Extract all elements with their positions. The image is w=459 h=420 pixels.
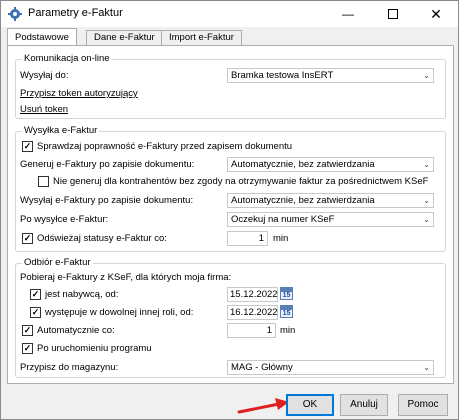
auto-label: Automatycznie co: (37, 325, 115, 336)
no-consent-checkbox[interactable] (38, 176, 49, 187)
buyer-label: jest nabywcą, od: (45, 289, 119, 300)
chevron-down-icon: ⌄ (423, 71, 430, 80)
calendar-icon[interactable]: 15 (280, 305, 293, 318)
maximize-icon (388, 9, 398, 19)
group-title: Komunikacja on-line (22, 53, 112, 64)
refresh-unit: min (273, 233, 289, 244)
group-title: Odbiór e-Faktur (22, 257, 93, 268)
maximize-button[interactable] (371, 1, 415, 27)
on-start-checkbox[interactable]: ✓ (22, 343, 33, 354)
chevron-down-icon: ⌄ (423, 160, 430, 169)
generate-select[interactable]: Automatycznie, bez zatwierdzania ⌄ (227, 157, 434, 172)
send-to-label: Wysyłaj do: (20, 70, 69, 81)
send-to-select[interactable]: Bramka testowa InsERT ⌄ (227, 68, 434, 83)
validate-label: Sprawdzaj poprawność e-Faktury przed zap… (37, 141, 293, 152)
title-bar: Parametry e-Faktur — ✕ (1, 1, 458, 27)
other-role-date-input[interactable]: 16.12.2022 (227, 305, 278, 320)
buyer-checkbox[interactable]: ✓ (30, 289, 41, 300)
calendar-icon[interactable]: 15 (280, 287, 293, 300)
tab-podstawowe[interactable]: Podstawowe (7, 28, 77, 46)
help-button[interactable]: Pomoc (398, 394, 448, 416)
after-send-label: Po wysyłce e-Faktur: (20, 214, 109, 225)
after-send-select[interactable]: Oczekuj na numer KSeF ⌄ (227, 212, 434, 227)
on-start-label: Po uruchomieniu programu (37, 343, 152, 354)
other-role-checkbox[interactable]: ✓ (30, 307, 41, 318)
dialog-window: Parametry e-Faktur — ✕ Podstawowe Dane e… (0, 0, 459, 420)
refresh-label: Odświeżaj statusy e-Faktur co: (37, 233, 167, 244)
close-icon: ✕ (430, 6, 442, 22)
refresh-interval-input[interactable]: 1 (227, 231, 268, 246)
generate-label: Generuj e-Faktury po zapisie dokumentu: (20, 159, 195, 170)
close-button[interactable]: ✕ (414, 1, 458, 27)
cancel-button[interactable]: Anuluj (340, 394, 388, 416)
group-odbior: Odbiór e-Faktur Pobieraj e-Faktury z KSe… (15, 257, 446, 378)
window-title: Parametry e-Faktur (28, 7, 123, 19)
send-after-save-select[interactable]: Automatycznie, bez zatwierdzania ⌄ (227, 193, 434, 208)
tab-panel: Komunikacja on-line Wysyłaj do: Bramka t… (7, 45, 454, 384)
auto-unit: min (280, 325, 296, 336)
other-role-label: występuje w dowolnej innej roli, od: (45, 307, 194, 318)
auto-checkbox[interactable]: ✓ (22, 325, 33, 336)
group-komunikacja: Komunikacja on-line Wysyłaj do: Bramka t… (15, 53, 446, 119)
warehouse-label: Przypisz do magazynu: (20, 362, 119, 373)
group-wysylka: Wysyłka e-Faktur ✓ Sprawdzaj poprawność … (15, 125, 446, 252)
chevron-down-icon: ⌄ (423, 363, 430, 372)
validate-checkbox[interactable]: ✓ (22, 141, 33, 152)
chevron-down-icon: ⌄ (423, 215, 430, 224)
ok-button[interactable]: OK (286, 394, 334, 416)
refresh-checkbox[interactable]: ✓ (22, 233, 33, 244)
app-gear-icon (8, 7, 22, 21)
no-consent-label: Nie generuj dla kontrahentów bez zgody n… (53, 176, 429, 187)
tab-dane-e-faktur[interactable]: Dane e-Faktur (86, 30, 163, 45)
auto-interval-input[interactable]: 1 (227, 323, 276, 338)
tab-import-e-faktur[interactable]: Import e-Faktur (161, 30, 242, 45)
minimize-button[interactable]: — (326, 1, 370, 27)
buyer-date-input[interactable]: 15.12.2022 (227, 287, 278, 302)
send-after-save-label: Wysyłaj e-Faktury po zapisie dokumentu: (20, 195, 194, 206)
group-title: Wysyłka e-Faktur (22, 125, 100, 136)
warehouse-select[interactable]: MAG - Główny ⌄ (227, 360, 434, 375)
assign-token-link[interactable]: Przypisz token autoryzujący (20, 88, 138, 99)
chevron-down-icon: ⌄ (423, 196, 430, 205)
minimize-icon: — (342, 7, 354, 21)
remove-token-link[interactable]: Usuń token (20, 104, 68, 115)
fetch-label: Pobieraj e-Faktury z KSeF, dla których m… (20, 272, 232, 283)
